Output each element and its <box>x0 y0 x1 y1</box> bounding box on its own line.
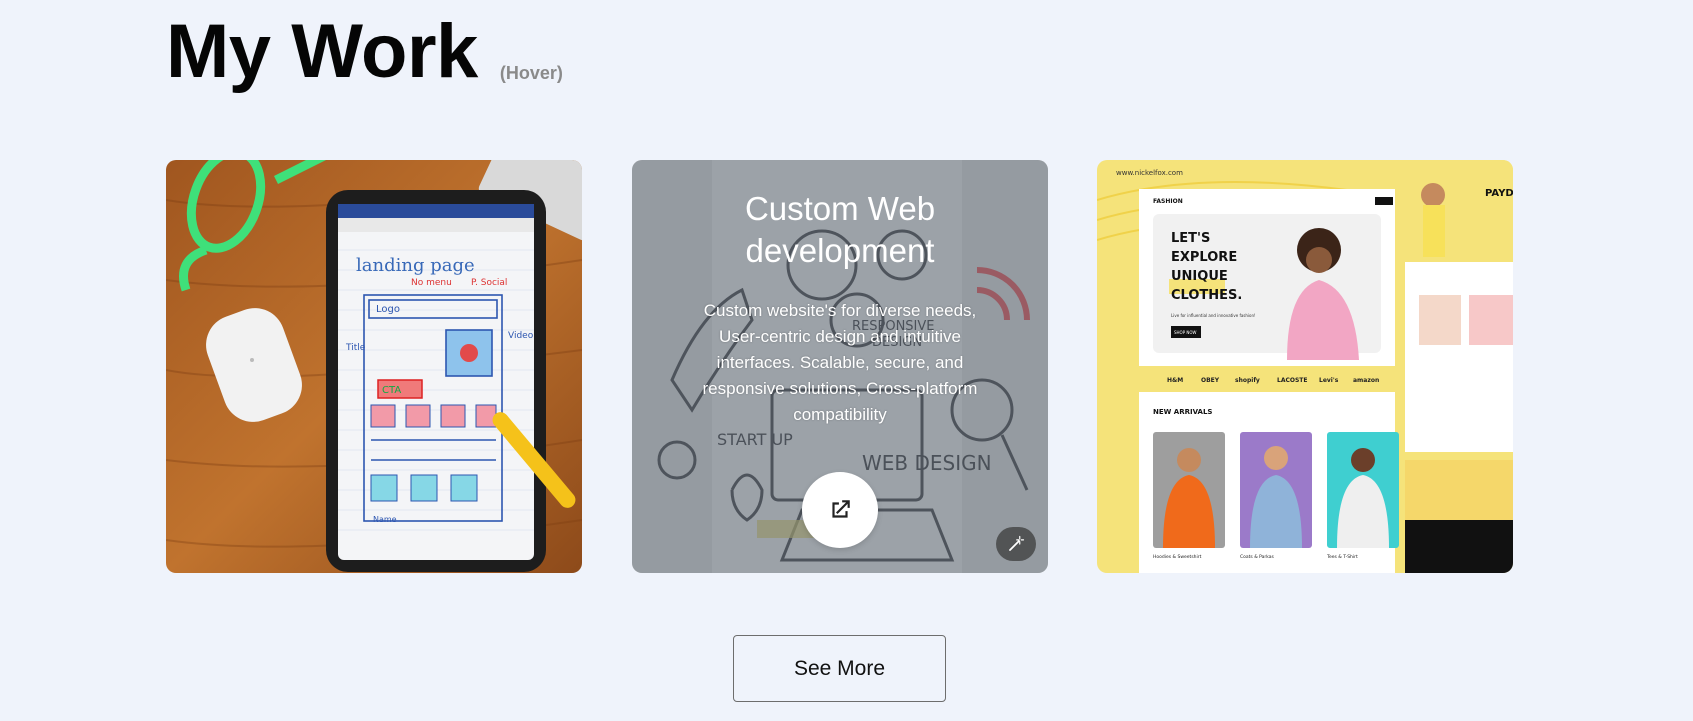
section-header: My Work (Hover) <box>166 14 563 90</box>
mock-headline-2: EXPLORE <box>1171 250 1237 265</box>
svg-text:No menu: No menu <box>411 278 452 288</box>
tablet-sketch-image: landing page CTA Logo No menu P. Social … <box>166 160 582 573</box>
svg-text:Video: Video <box>508 331 534 341</box>
external-link-icon <box>832 500 850 518</box>
mock-logo: FASHION <box>1153 198 1183 205</box>
mock-subline: Live for influential and innovative fash… <box>1171 313 1256 318</box>
portfolio-card-landing-page[interactable]: landing page CTA Logo No menu P. Social … <box>166 160 582 573</box>
product-1: Hoodies & Sweetshirt <box>1153 554 1202 560</box>
svg-text:P. Social: P. Social <box>471 278 507 288</box>
mock-url: www.nickelfox.com <box>1116 169 1183 177</box>
mock-cta: SHOP NOW <box>1174 330 1197 335</box>
product-2: Coats & Parkas <box>1240 554 1275 560</box>
product-3: Tees & T-Shirt <box>1326 554 1358 560</box>
mock-headline-4: CLOTHES. <box>1171 288 1242 303</box>
card-title: Custom Web development <box>744 190 936 269</box>
svg-text:Logo: Logo <box>376 304 400 315</box>
brand-amazon: amazon <box>1353 377 1379 384</box>
brand-shopify: shopify <box>1235 377 1260 384</box>
mock-headline-1: LET'S <box>1171 231 1210 246</box>
fashion-site-mockup-image: www.nickelfox.com FASHION LET'S EXPLORE … <box>1097 160 1513 573</box>
open-project-button[interactable] <box>802 472 878 548</box>
brand-hm: H&M <box>1167 377 1183 384</box>
svg-text:CTA: CTA <box>382 385 401 396</box>
card-description: Custom website's for diverse needs, User… <box>702 301 978 424</box>
portfolio-card-custom-web[interactable]: START UP WEB DESIGN RESPONSIVE DESIGN Cu… <box>632 160 1048 573</box>
brand-obey: OBEY <box>1201 377 1220 384</box>
hover-hint: (Hover) <box>499 63 563 83</box>
mock-side-sale: PAYDAY SALE NOW <box>1485 188 1513 199</box>
see-more-button[interactable]: See More <box>733 635 946 702</box>
brand-lacoste: LACOSTE <box>1277 377 1307 384</box>
brand-levis: Levi's <box>1319 377 1339 384</box>
svg-text:landing page: landing page <box>356 255 475 276</box>
page-title: My Work <box>166 9 478 94</box>
my-work-section: My Work (Hover) landing page CTA Logo No… <box>0 0 1693 721</box>
svg-text:Title: Title <box>345 343 366 353</box>
magic-wand-badge[interactable] <box>996 527 1036 561</box>
mock-section-title: NEW ARRIVALS <box>1153 408 1212 416</box>
mock-headline-3: UNIQUE <box>1171 269 1228 284</box>
hover-overlay: Custom Web development Custom website's … <box>632 160 1048 573</box>
svg-text:Name: Name <box>373 515 397 524</box>
portfolio-card-fashion[interactable]: www.nickelfox.com FASHION LET'S EXPLORE … <box>1097 160 1513 573</box>
magic-wand-icon <box>1009 535 1025 551</box>
